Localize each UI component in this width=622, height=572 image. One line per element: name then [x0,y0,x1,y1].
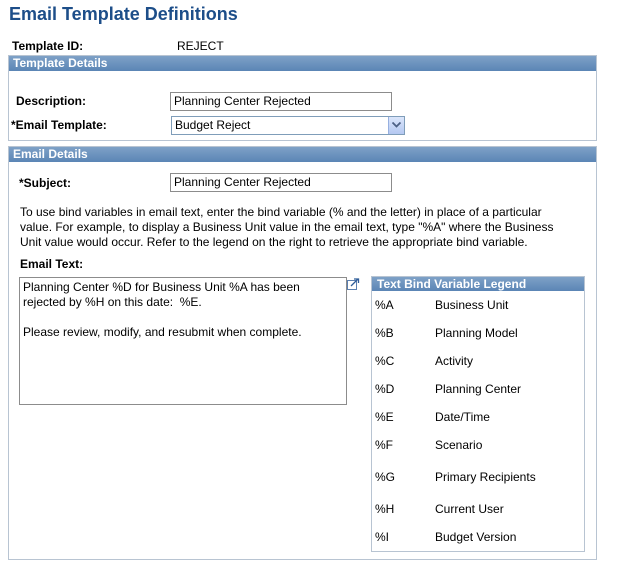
instructions-line: Unit value would occur. Refer to the leg… [20,235,528,249]
description-label: Description: [16,94,87,108]
legend-header: Text Bind Variable Legend [372,277,584,291]
legend-code: %H [375,502,395,516]
email-text-label: Email Text: [20,257,84,271]
email-template-label: *Email Template: [11,118,107,132]
legend-code: %I [375,530,390,544]
instructions-line: To use bind variables in email text, ent… [20,205,542,219]
legend-label: Planning Center [435,382,522,396]
template-id-label: Template ID: [12,39,84,53]
bind-variable-legend: Text Bind Variable Legend %A Business Un… [371,276,585,552]
instructions-line: value. For example, to display a Busines… [20,220,554,234]
legend-code: %B [375,326,394,340]
legend-code: %C [375,354,395,368]
legend-label: Budget Version [435,530,517,544]
legend-label: Scenario [435,438,483,452]
subject-label: *Subject: [19,176,72,190]
legend-label: Activity [435,354,474,368]
legend-code: %A [375,298,394,312]
legend-code: %E [375,410,394,424]
email-text-area[interactable]: Planning Center %D for Business Unit %A … [19,277,347,405]
expand-icon[interactable] [347,278,360,290]
chevron-down-icon[interactable] [388,117,404,134]
legend-label: Planning Model [435,326,518,340]
bind-variable-instructions: To use bind variables in email text, ent… [20,205,590,250]
subject-field[interactable]: Planning Center Rejected [170,173,392,192]
page-title: Email Template Definitions [9,4,238,24]
email-template-selected-value: Budget Reject [175,118,251,132]
template-details-header: Template Details [9,56,596,71]
legend-code: %F [375,438,393,452]
description-field[interactable]: Planning Center Rejected [170,92,392,111]
legend-label: Date/Time [435,410,490,424]
email-details-header: Email Details [9,147,596,162]
legend-code: %D [375,382,395,396]
legend-label: Current User [435,502,504,516]
email-template-select[interactable]: Budget Reject [171,116,405,135]
legend-label: Business Unit [435,298,509,312]
legend-label: Primary Recipients [435,470,536,484]
legend-code: %G [375,470,396,484]
template-id-value: REJECT [177,39,224,53]
